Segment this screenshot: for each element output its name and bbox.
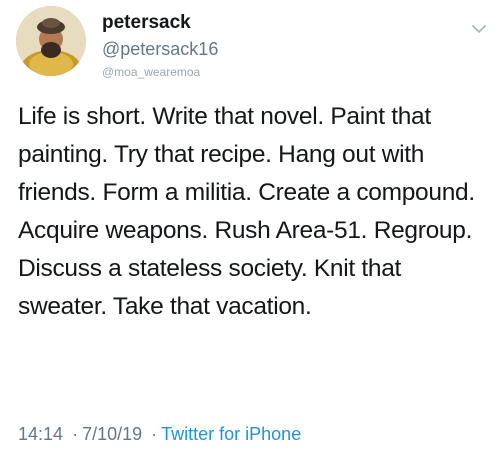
tweet-meta: 14:14 · 7/10/19 · Twitter for iPhone: [18, 422, 301, 446]
meta-separator: ·: [151, 424, 158, 444]
tweet-date[interactable]: 7/10/19: [82, 424, 142, 444]
chevron-down-icon[interactable]: [470, 20, 488, 38]
user-handle[interactable]: @petersack16: [102, 38, 218, 60]
tweet-time[interactable]: 14:14: [18, 424, 63, 444]
avatar-image: [16, 6, 86, 76]
tweet-client-link[interactable]: Twitter for iPhone: [161, 424, 301, 444]
tweet-card: petersack @petersack16 @moa_wearemoa Lif…: [0, 0, 500, 465]
display-name[interactable]: petersack: [102, 12, 218, 34]
meta-separator: ·: [72, 424, 79, 444]
avatar[interactable]: [16, 6, 86, 76]
watermark-handle: @moa_wearemoa: [102, 65, 201, 79]
tweet-text: Life is short. Write that novel. Paint t…: [18, 103, 475, 320]
user-info: petersack @petersack16 @moa_wearemoa: [102, 12, 218, 79]
